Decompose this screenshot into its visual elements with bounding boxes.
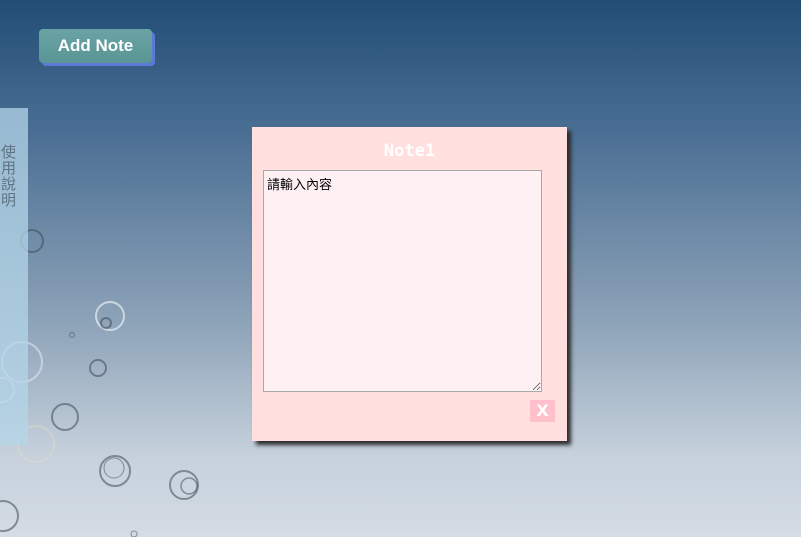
- help-tab-label: 使用說明: [0, 144, 17, 208]
- note-close-button[interactable]: X: [530, 400, 555, 422]
- note-title: Note1: [383, 141, 436, 161]
- sticky-note[interactable]: Note1 請輸入內容 X: [252, 127, 567, 441]
- note-textarea[interactable]: 請輸入內容: [263, 170, 542, 392]
- add-note-button[interactable]: Add Note: [39, 29, 152, 63]
- help-side-tab[interactable]: 使用說明: [0, 108, 28, 445]
